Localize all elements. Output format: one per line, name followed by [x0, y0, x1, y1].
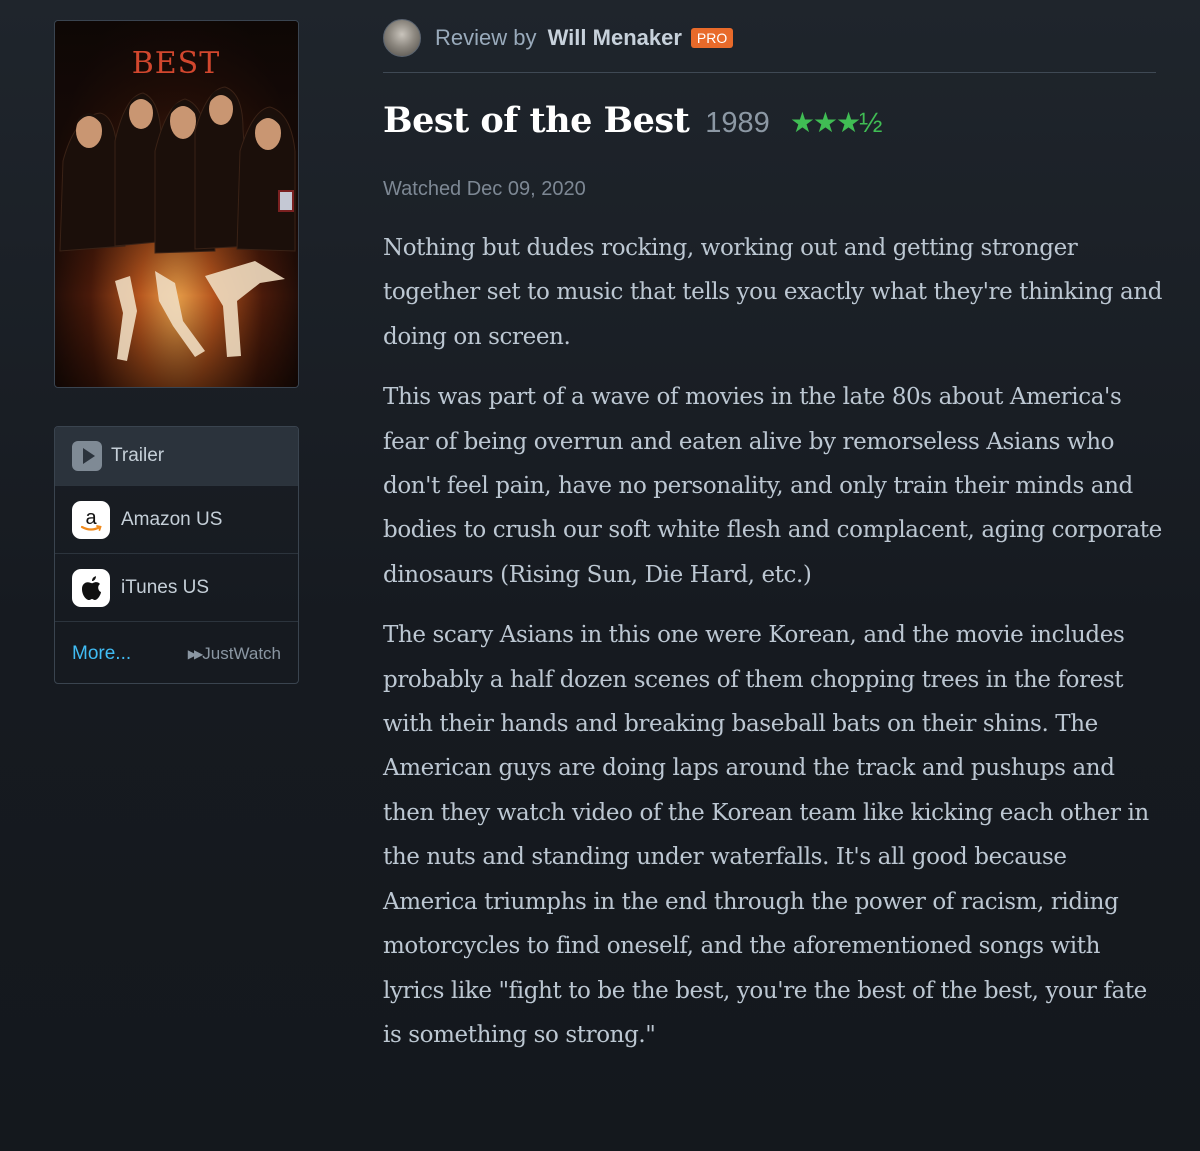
- avatar[interactable]: [383, 19, 421, 57]
- film-title-row: Best of the Best 1989 ★★★½: [383, 100, 883, 148]
- review-by-label: Review by: [435, 25, 537, 50]
- review-paragraph: Nothing but dudes rocking, working out a…: [383, 235, 1163, 350]
- itunes-label: iTunes US: [121, 576, 209, 598]
- review-byline: Review by Will Menaker: [435, 19, 682, 57]
- apple-icon: [72, 568, 110, 607]
- film-poster[interactable]: BEST: [54, 20, 299, 388]
- film-year[interactable]: 1989: [705, 107, 770, 140]
- itunes-us-link[interactable]: iTunes US: [55, 554, 298, 622]
- review-paragraph: This was part of a wave of movies in the…: [383, 384, 1162, 588]
- trailer-label: Trailer: [111, 445, 165, 466]
- services-footer: More... ▶▶ JustWatch: [55, 622, 298, 683]
- review-body: Nothing but dudes rocking, working out a…: [383, 226, 1163, 1073]
- poster-art: BEST: [55, 21, 298, 387]
- services-panel: Trailer a Amazon US iTunes US More... ▶▶…: [54, 426, 299, 684]
- justwatch-attribution[interactable]: ▶▶ JustWatch: [188, 644, 281, 664]
- pro-badge: PRO: [690, 28, 734, 48]
- reviewer-name[interactable]: Will Menaker: [548, 25, 682, 50]
- film-title[interactable]: Best of the Best: [383, 100, 690, 141]
- svg-text:BEST: BEST: [132, 46, 221, 81]
- amazon-icon: a: [72, 500, 110, 539]
- justwatch-label: JustWatch: [202, 643, 281, 663]
- watched-date: Watched Dec 09, 2020: [383, 178, 586, 200]
- review-header: Review by Will Menaker PRO: [383, 19, 1156, 73]
- trailer-button[interactable]: Trailer: [55, 427, 298, 486]
- star-rating: ★★★½: [789, 107, 883, 138]
- more-services-link[interactable]: More...: [72, 643, 131, 665]
- amazon-label: Amazon US: [121, 508, 223, 530]
- review-paragraph: The scary Asians in this one were Korean…: [383, 622, 1149, 1048]
- amazon-us-link[interactable]: a Amazon US: [55, 486, 298, 554]
- justwatch-icon: ▶▶: [187, 646, 204, 661]
- play-icon: [72, 441, 102, 471]
- svg-text:a: a: [85, 507, 97, 529]
